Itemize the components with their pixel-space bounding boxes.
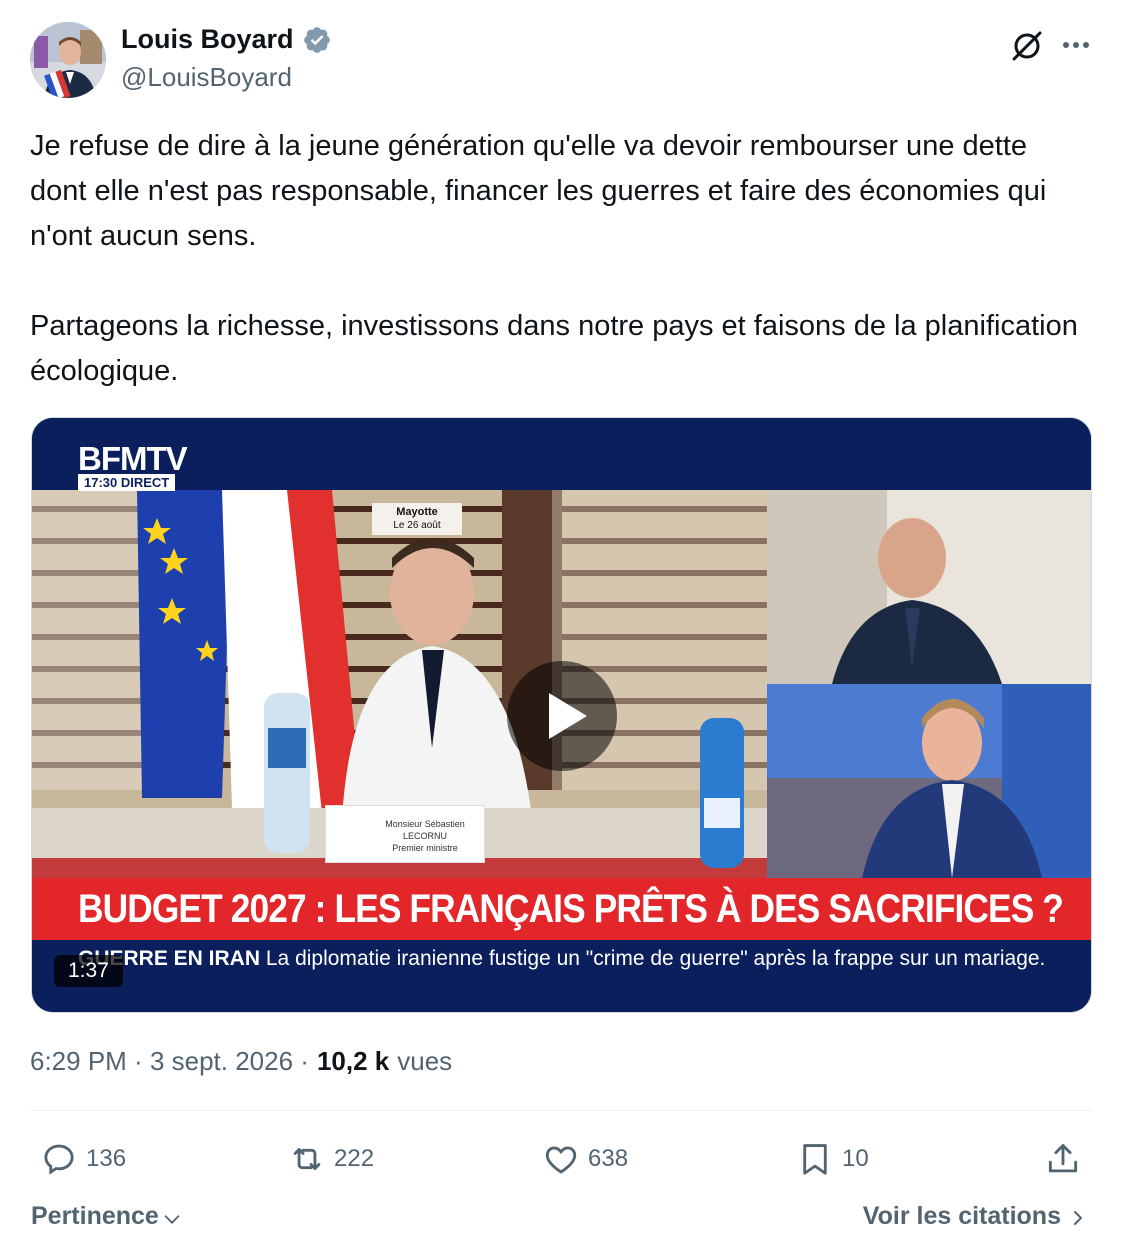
view-quotes-link[interactable]: Voir les citations [863, 1202, 1087, 1231]
view-label: vues [397, 1046, 453, 1076]
channel-logo: BFMTV [78, 440, 188, 477]
reply-icon [44, 1144, 74, 1175]
chevron-right-icon [1074, 1210, 1082, 1225]
retweet-icon [293, 1148, 321, 1170]
author-name-row[interactable]: Louis Boyard [121, 24, 332, 55]
author-handle[interactable]: @LouisBoyard [121, 62, 292, 93]
author-name[interactable]: Louis Boyard [121, 24, 294, 55]
tweet-header: Louis Boyard @LouisBoyard [30, 22, 1095, 100]
play-button[interactable] [507, 661, 617, 771]
quotes-label: Voir les citations [862, 1202, 1061, 1230]
avatar[interactable] [30, 22, 106, 98]
tweet-date[interactable]: 3 sept. 2026 [150, 1046, 293, 1077]
bookmark-button[interactable]: 10 [796, 1138, 869, 1180]
view-count: 10,2 k [316, 1046, 390, 1076]
like-icon [545, 1146, 577, 1174]
ticker-text: La diplomatie iranienne fustige un "crim… [265, 947, 1046, 970]
location-date: Le 26 août [393, 520, 441, 531]
bookmark-icon [803, 1144, 827, 1175]
tweet-time[interactable]: 6:29 PM [30, 1046, 127, 1077]
nameplate-role: Premier ministre [392, 843, 458, 853]
more-icon[interactable] [1059, 30, 1093, 60]
divider [30, 1110, 1092, 1111]
location-name: Mayotte [396, 506, 438, 518]
video-ticker: GUERRE EN IRAN La diplomatie iranienne f… [32, 940, 1091, 1012]
sort-dropdown[interactable]: Pertinence [31, 1202, 183, 1231]
nameplate-name: Monsieur Sébastien LECORNU [385, 819, 465, 841]
meta-separator: · [293, 1046, 309, 1076]
channel-time: 17:30 DIRECT [78, 474, 176, 491]
play-icon [549, 693, 587, 739]
reply-button[interactable]: 136 [40, 1138, 126, 1180]
nameplate: Monsieur Sébastien LECORNU Premier minis… [325, 805, 485, 863]
chevron-down-icon [164, 1214, 180, 1224]
reply-count: 136 [86, 1145, 127, 1172]
video-duration: 1:37 [54, 955, 123, 987]
share-button[interactable] [1044, 1138, 1082, 1180]
retweet-count: 222 [334, 1145, 375, 1172]
tweet-text: Je refuse de dire à la jeune génération … [30, 130, 1078, 387]
sort-label: Pertinence [31, 1202, 159, 1230]
retweet-button[interactable]: 222 [288, 1138, 374, 1180]
share-icon [1048, 1144, 1078, 1173]
like-count: 638 [588, 1145, 629, 1172]
bookmark-count: 10 [842, 1145, 869, 1172]
meta-separator: · [126, 1046, 150, 1076]
location-label: Mayotte Le 26 août [372, 503, 462, 535]
video-player[interactable]: BFMTV 17:30 DIRECT Mayotte Le 26 août Mo… [31, 417, 1092, 1013]
verified-icon [303, 26, 330, 53]
like-button[interactable]: 638 [542, 1138, 628, 1180]
tweet-meta: 6:29 PM · 3 sept. 2026 · 10,2 k vues [30, 1046, 452, 1077]
grok-icon[interactable] [1009, 28, 1045, 64]
video-headline: BUDGET 2027 : LES FRANÇAIS PRÊTS À DES S… [32, 878, 1091, 940]
